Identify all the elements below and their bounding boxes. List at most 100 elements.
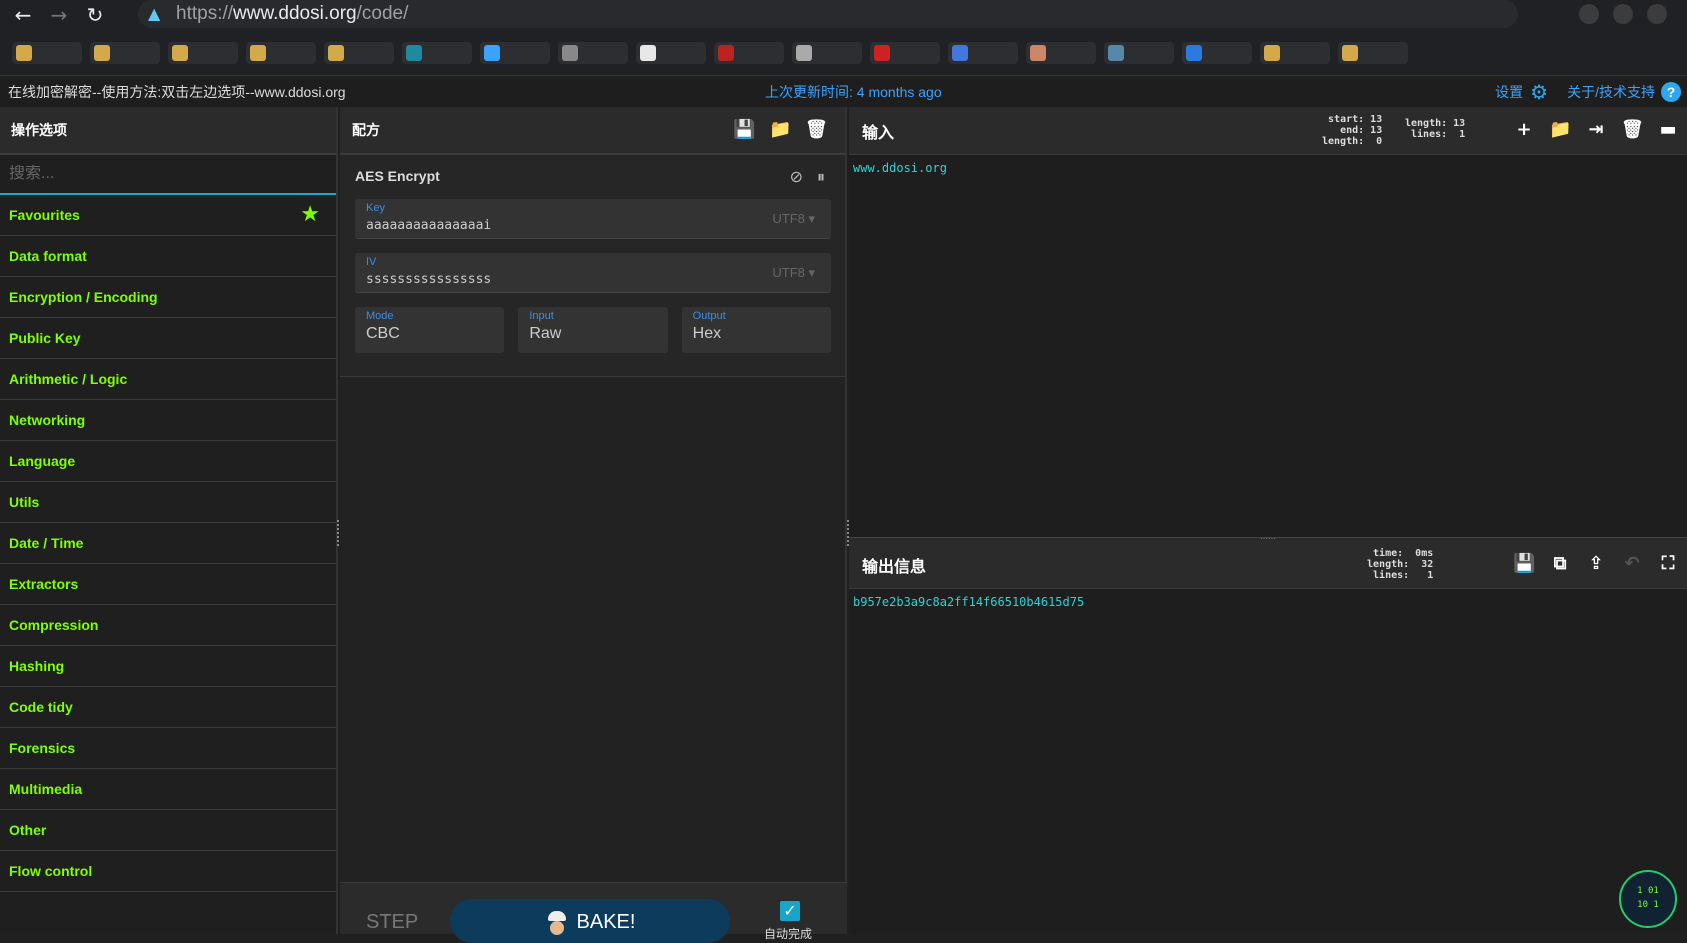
bookmark-item[interactable] [1104,41,1174,64]
bookmark-item[interactable] [714,41,784,64]
add-tab-icon[interactable]: + [1513,119,1535,141]
forward-button[interactable]: → [46,2,72,28]
browser-toolbar: ← → ↻ ▲ https://www.ddosi.org/code/ [0,0,1687,30]
mode-select[interactable]: Mode CBC [355,307,505,353]
category-item[interactable]: Date / Time [0,523,336,564]
bookmark-item[interactable] [1182,41,1252,64]
bookmark-item[interactable] [870,41,940,64]
category-list: Favourites ★ Data format Encryption / Enc… [0,195,336,892]
back-button[interactable]: ← [10,2,36,28]
operations-title: 操作选项 [0,107,336,155]
extension-icon[interactable] [1647,4,1667,24]
step-button[interactable]: STEP [366,911,418,934]
extension-icon[interactable] [1579,4,1599,24]
output-format-select[interactable]: Output Hex [681,307,831,353]
help-icon[interactable]: ? [1661,82,1681,102]
category-item[interactable]: Networking [0,400,336,441]
key-encoding-dropdown[interactable]: UTF8 ▾ [772,211,815,227]
category-item[interactable]: Multimedia [0,769,336,810]
bookmark-item[interactable] [90,41,160,64]
folder-icon[interactable]: 📁 [769,119,791,141]
iv-input[interactable]: ssssssssssssssss [366,272,820,287]
address-bar[interactable]: ▲ https://www.ddosi.org/code/ [138,0,1518,28]
output-actions: 💾 ⧉ ⇪ ↶ ⛶ [1513,553,1679,575]
last-updated[interactable]: 上次更新时间: 4 months ago [765,82,942,102]
bookmark-item[interactable] [12,41,82,64]
iv-label: IV [366,256,377,268]
option-row: Mode CBC Input Raw Output Hex [355,307,831,353]
bookmark-item[interactable] [636,41,706,64]
replace-input-icon[interactable]: ⇪ [1585,553,1607,575]
chef-icon [545,911,569,939]
bookmark-item[interactable] [1260,41,1330,64]
disable-icon[interactable]: ⊘ [790,167,803,187]
save-icon[interactable]: 💾 [733,119,755,141]
layout-icon[interactable]: ▬ [1657,119,1679,141]
input-text[interactable]: www.ddosi.org [849,155,1687,181]
key-field[interactable]: Key aaaaaaaaaaaaaaai UTF8 ▾ [355,199,831,239]
category-item[interactable]: Language [0,441,336,482]
input-selection-stats: start: 13 end: 13 length: 0 [1322,114,1383,147]
bookmarks-bar [0,30,1687,76]
category-item[interactable]: Compression [0,605,336,646]
bookmark-item[interactable] [558,41,628,64]
site-logo-icon: ▲ [148,4,161,23]
banner-links: 设置 ⚙ 关于/技术支持 ? [1495,82,1681,102]
category-item[interactable]: Code tidy [0,687,336,728]
category-item[interactable]: Flow control [0,851,336,892]
category-item[interactable]: Extractors [0,564,336,605]
bookmark-item[interactable] [402,41,472,64]
reload-button[interactable]: ↻ [82,2,108,28]
trash-icon[interactable]: 🗑 [1621,119,1644,141]
settings-link[interactable]: 设置 [1495,82,1523,102]
output-stats: time: 0ms length: 32 lines: 1 [1367,548,1434,581]
iv-encoding-dropdown[interactable]: UTF8 ▾ [772,265,815,281]
pause-icon[interactable]: ⏸ [817,167,825,187]
category-item[interactable]: Data format [0,236,336,277]
bookmark-item[interactable] [948,41,1018,64]
search-input[interactable] [9,165,329,183]
key-input[interactable]: aaaaaaaaaaaaaaai [366,218,820,233]
category-item[interactable]: Arithmetic / Logic [0,359,336,400]
recipe-panel: 配方 💾 📁 🗑 AES Encrypt ⊘ ⏸ Key aaaaaaaaaaa… [340,107,847,943]
usage-hint: 在线加密解密--使用方法:双击左边选项--www.ddosi.org [8,84,346,100]
category-item[interactable]: Encryption / Encoding [0,277,336,318]
operation-title: AES Encrypt [355,168,440,184]
bookmark-item[interactable] [792,41,862,64]
bookmark-item[interactable] [1026,41,1096,64]
operations-search [0,155,336,195]
save-icon[interactable]: 💾 [1513,553,1535,575]
output-header: 输出信息 time: 0ms length: 32 lines: 1 💾 ⧉ ⇪… [849,541,1687,589]
category-item[interactable]: Public Key [0,318,336,359]
category-item[interactable]: Other [0,810,336,851]
fullscreen-icon[interactable]: ⛶ [1657,553,1679,575]
bake-bar: STEP BAKE! ✓ 自动完成 [340,882,847,943]
output-title: 输出信息 [862,558,927,576]
app-banner: 在线加密解密--使用方法:双击左边选项--www.ddosi.org 上次更新时… [0,77,1687,107]
bookmark-item[interactable] [324,41,394,64]
category-favourites[interactable]: Favourites ★ [0,195,336,236]
category-item[interactable]: Utils [0,482,336,523]
input-format-select[interactable]: Input Raw [518,307,668,353]
iv-field[interactable]: IV ssssssssssssssss UTF8 ▾ [355,253,831,293]
bookmark-item[interactable] [1338,41,1408,64]
undo-icon[interactable]: ↶ [1621,553,1643,575]
about-link[interactable]: 关于/技术支持 [1567,82,1655,102]
bookmark-item[interactable] [246,41,316,64]
auto-bake-checkbox[interactable]: ✓ [780,901,800,921]
aes-encrypt-operation[interactable]: AES Encrypt ⊘ ⏸ Key aaaaaaaaaaaaaaai UTF… [340,155,845,377]
open-folder-icon[interactable]: 📁 [1549,119,1571,141]
key-label: Key [366,202,385,214]
bookmark-item[interactable] [168,41,238,64]
bookmark-item[interactable] [480,41,550,64]
star-icon: ★ [300,202,320,227]
category-item[interactable]: Hashing [0,646,336,687]
category-item[interactable]: Forensics [0,728,336,769]
gear-icon[interactable]: ⚙ [1529,82,1549,102]
trash-icon[interactable]: 🗑 [805,119,828,141]
bake-button[interactable]: BAKE! [450,899,730,943]
copy-icon[interactable]: ⧉ [1549,553,1571,575]
input-textarea[interactable]: www.ddosi.org [849,155,1687,537]
extension-icon[interactable] [1613,4,1633,24]
load-file-icon[interactable]: ⇥ [1585,119,1607,141]
